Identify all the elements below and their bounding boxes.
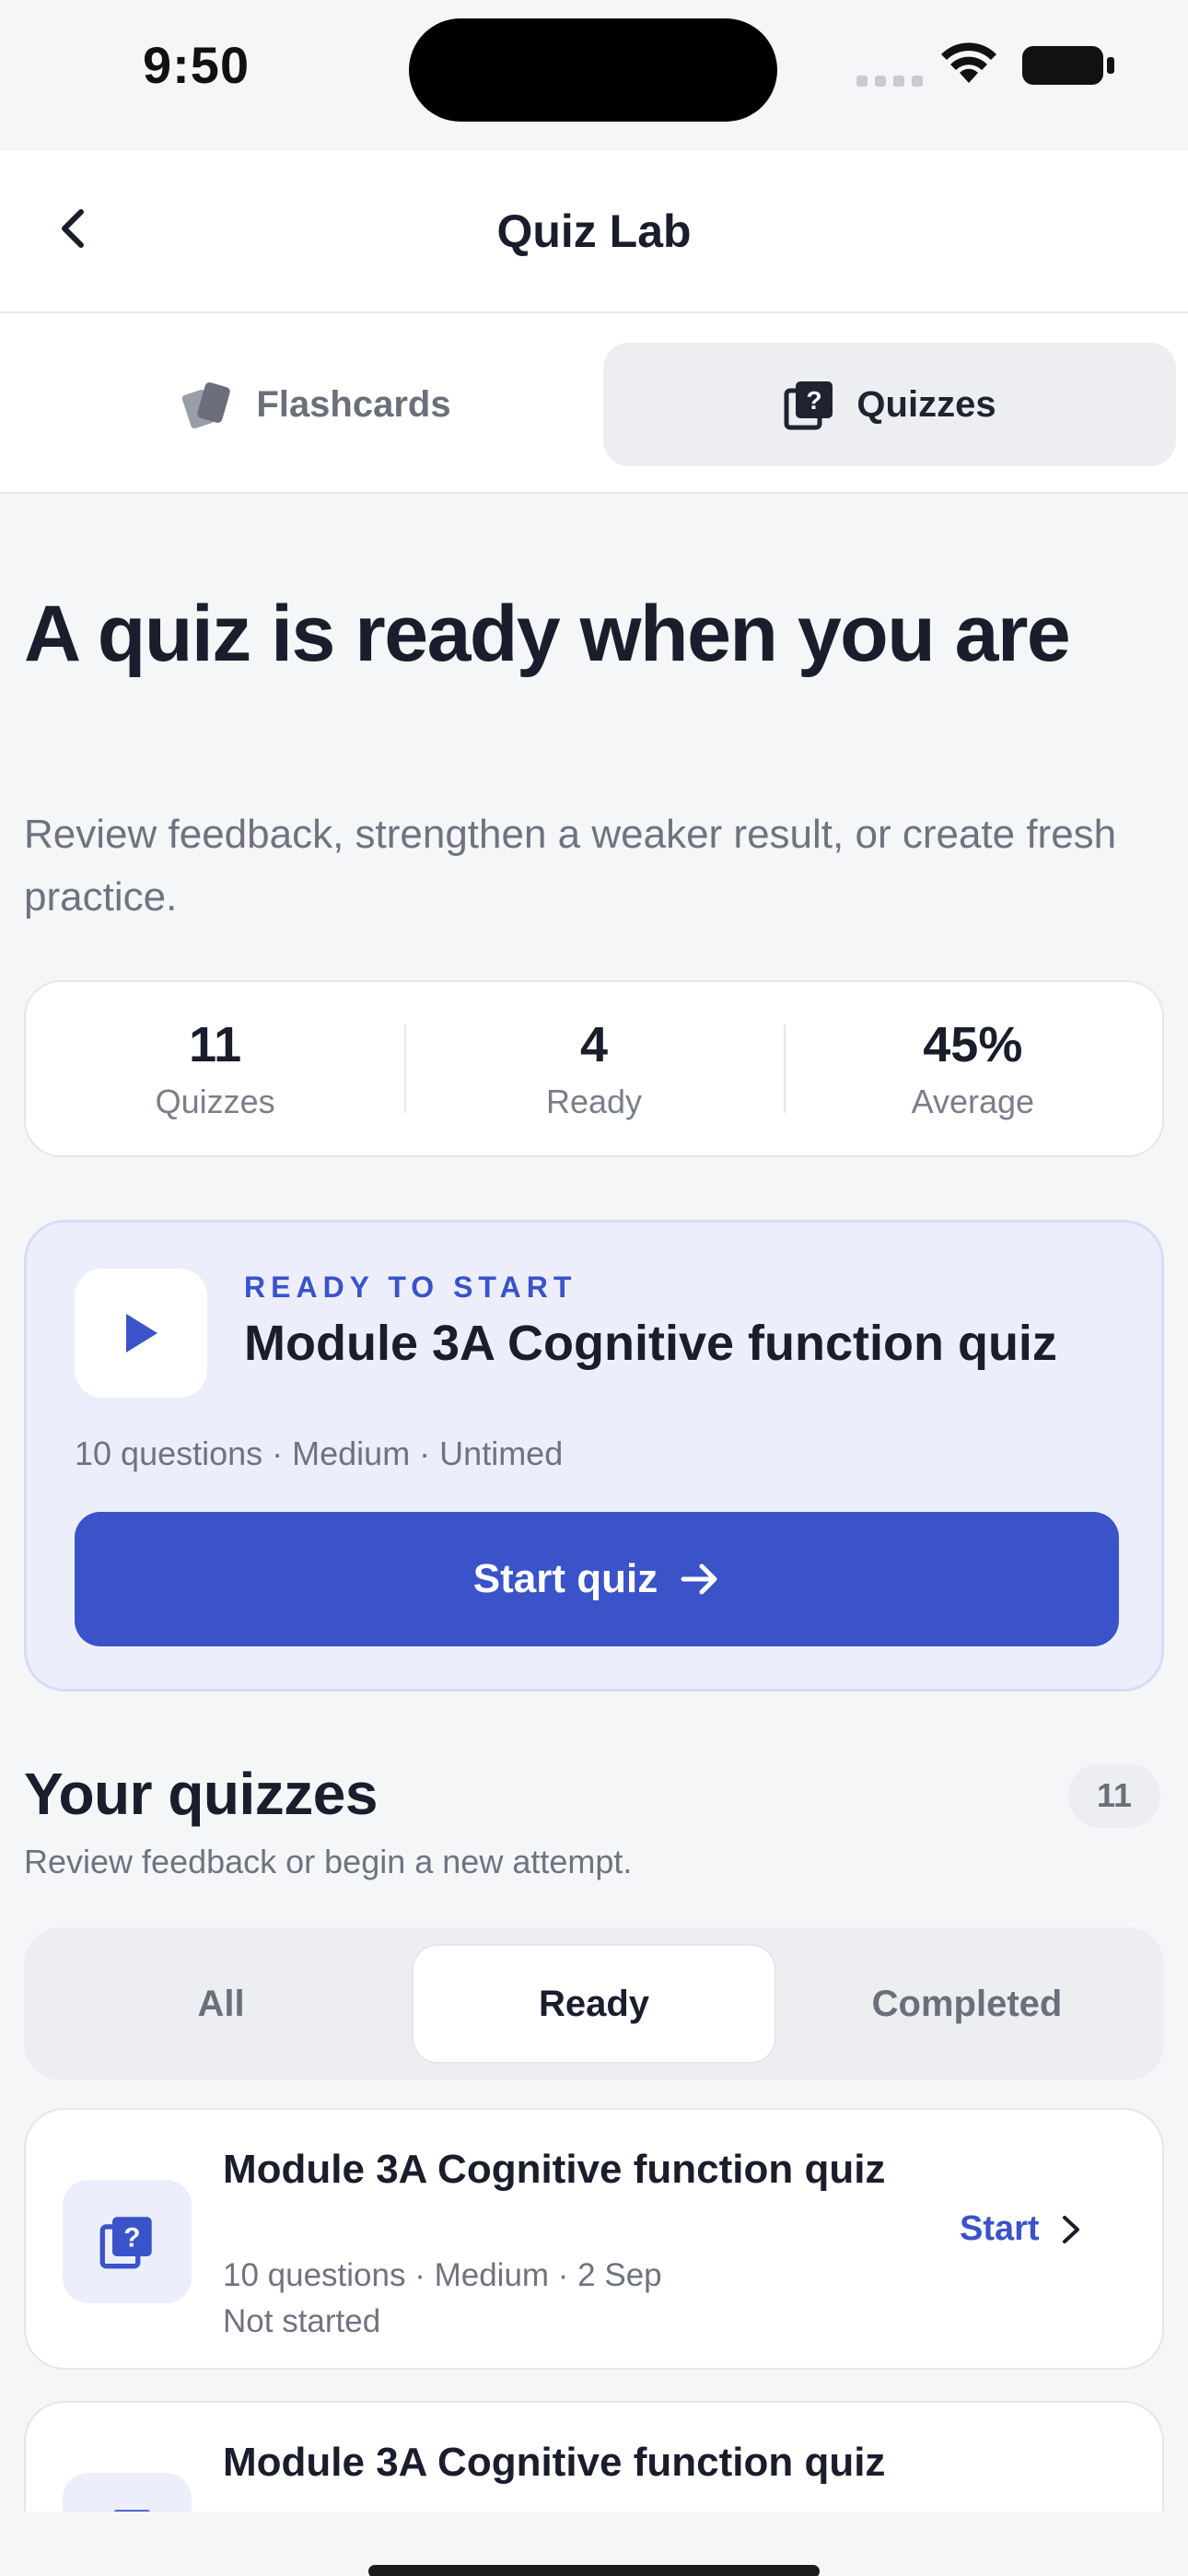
quiz-icon: ?: [784, 381, 833, 430]
tab-flashcards[interactable]: Flashcards: [29, 343, 602, 466]
tab-bar: Flashcards ? Quizzes: [0, 313, 1188, 494]
filter-all[interactable]: All: [39, 1944, 403, 2064]
quiz-action-label: Start: [960, 2209, 1040, 2248]
quiz-title: Module 3A Cognitive function quiz: [223, 2440, 886, 2485]
navigation-header: Quiz Lab: [0, 151, 1188, 313]
dynamic-island: [409, 18, 777, 122]
stat-ready: 4 Ready: [404, 982, 783, 1155]
cellular-signal-icon: [856, 76, 923, 87]
tab-quizzes-label: Quizzes: [856, 383, 996, 425]
stat-label: Quizzes: [155, 1083, 275, 1120]
start-quiz-label: Start quiz: [472, 1556, 658, 1601]
chevron-right-icon: [1062, 2215, 1079, 2243]
featured-quiz-card: READY TO START Module 3A Cognitive funct…: [24, 1220, 1164, 1692]
page-title: Quiz Lab: [496, 205, 692, 257]
section-subtitle: Review feedback or begin a new attempt.: [24, 1843, 633, 1880]
quiz-row-icon-tile: ?: [63, 2180, 192, 2303]
stat-value: 11: [189, 1017, 242, 1072]
stat-value: 45%: [923, 1017, 1023, 1072]
quiz-list-item[interactable]: ? Module 3A Cognitive function quiz 10 q…: [24, 2108, 1164, 2370]
play-tile: [75, 1269, 207, 1398]
hero-title: A quiz is ready when you are: [24, 590, 1071, 678]
stat-average: 45% Average: [783, 982, 1162, 1155]
filter-segmented-control: All Ready Completed: [24, 1927, 1164, 2080]
tab-quizzes[interactable]: ? Quizzes: [603, 343, 1176, 466]
filter-ready[interactable]: Ready: [412, 1944, 776, 2064]
arrow-right-icon: [681, 1563, 717, 1595]
status-time: 9:50: [143, 36, 250, 94]
svg-text:?: ?: [123, 2222, 140, 2253]
tab-flashcards-label: Flashcards: [256, 383, 451, 425]
featured-eyebrow: READY TO START: [244, 1270, 577, 1304]
featured-meta: 10 questions · Medium · Untimed: [75, 1434, 564, 1472]
play-icon: [126, 1314, 157, 1352]
svg-text:?: ?: [807, 386, 822, 415]
home-indicator: [368, 2565, 820, 2576]
battery-icon: [1022, 46, 1114, 85]
status-bar: 9:50: [0, 0, 1188, 151]
stat-quizzes: 11 Quizzes: [26, 982, 404, 1155]
wifi-icon: [941, 42, 996, 83]
quiz-status: Not started: [223, 2303, 381, 2339]
filter-completed[interactable]: Completed: [785, 1944, 1149, 2064]
quiz-meta: 10 questions · Medium · 2 Sep: [223, 2257, 662, 2293]
cards-icon: [182, 382, 231, 429]
quiz-title: Module 3A Cognitive function quiz: [223, 2147, 886, 2192]
hero-subtitle: Review feedback, strengthen a weaker res…: [24, 812, 1117, 919]
stats-card: 11 Quizzes 4 Ready 45% Average: [24, 980, 1164, 1157]
stat-label: Average: [911, 1083, 1035, 1120]
stat-label: Ready: [545, 1083, 643, 1120]
stat-value: 4: [579, 1017, 609, 1072]
section-title: Your quizzes: [24, 1761, 378, 1827]
section-count-badge: 11: [1068, 1763, 1160, 1828]
quiz-start-action[interactable]: Start: [960, 2209, 1082, 2249]
quiz-icon: ?: [99, 2217, 152, 2269]
start-quiz-button[interactable]: Start quiz: [75, 1512, 1119, 1646]
featured-title: Module 3A Cognitive function quiz: [244, 1316, 1057, 1371]
